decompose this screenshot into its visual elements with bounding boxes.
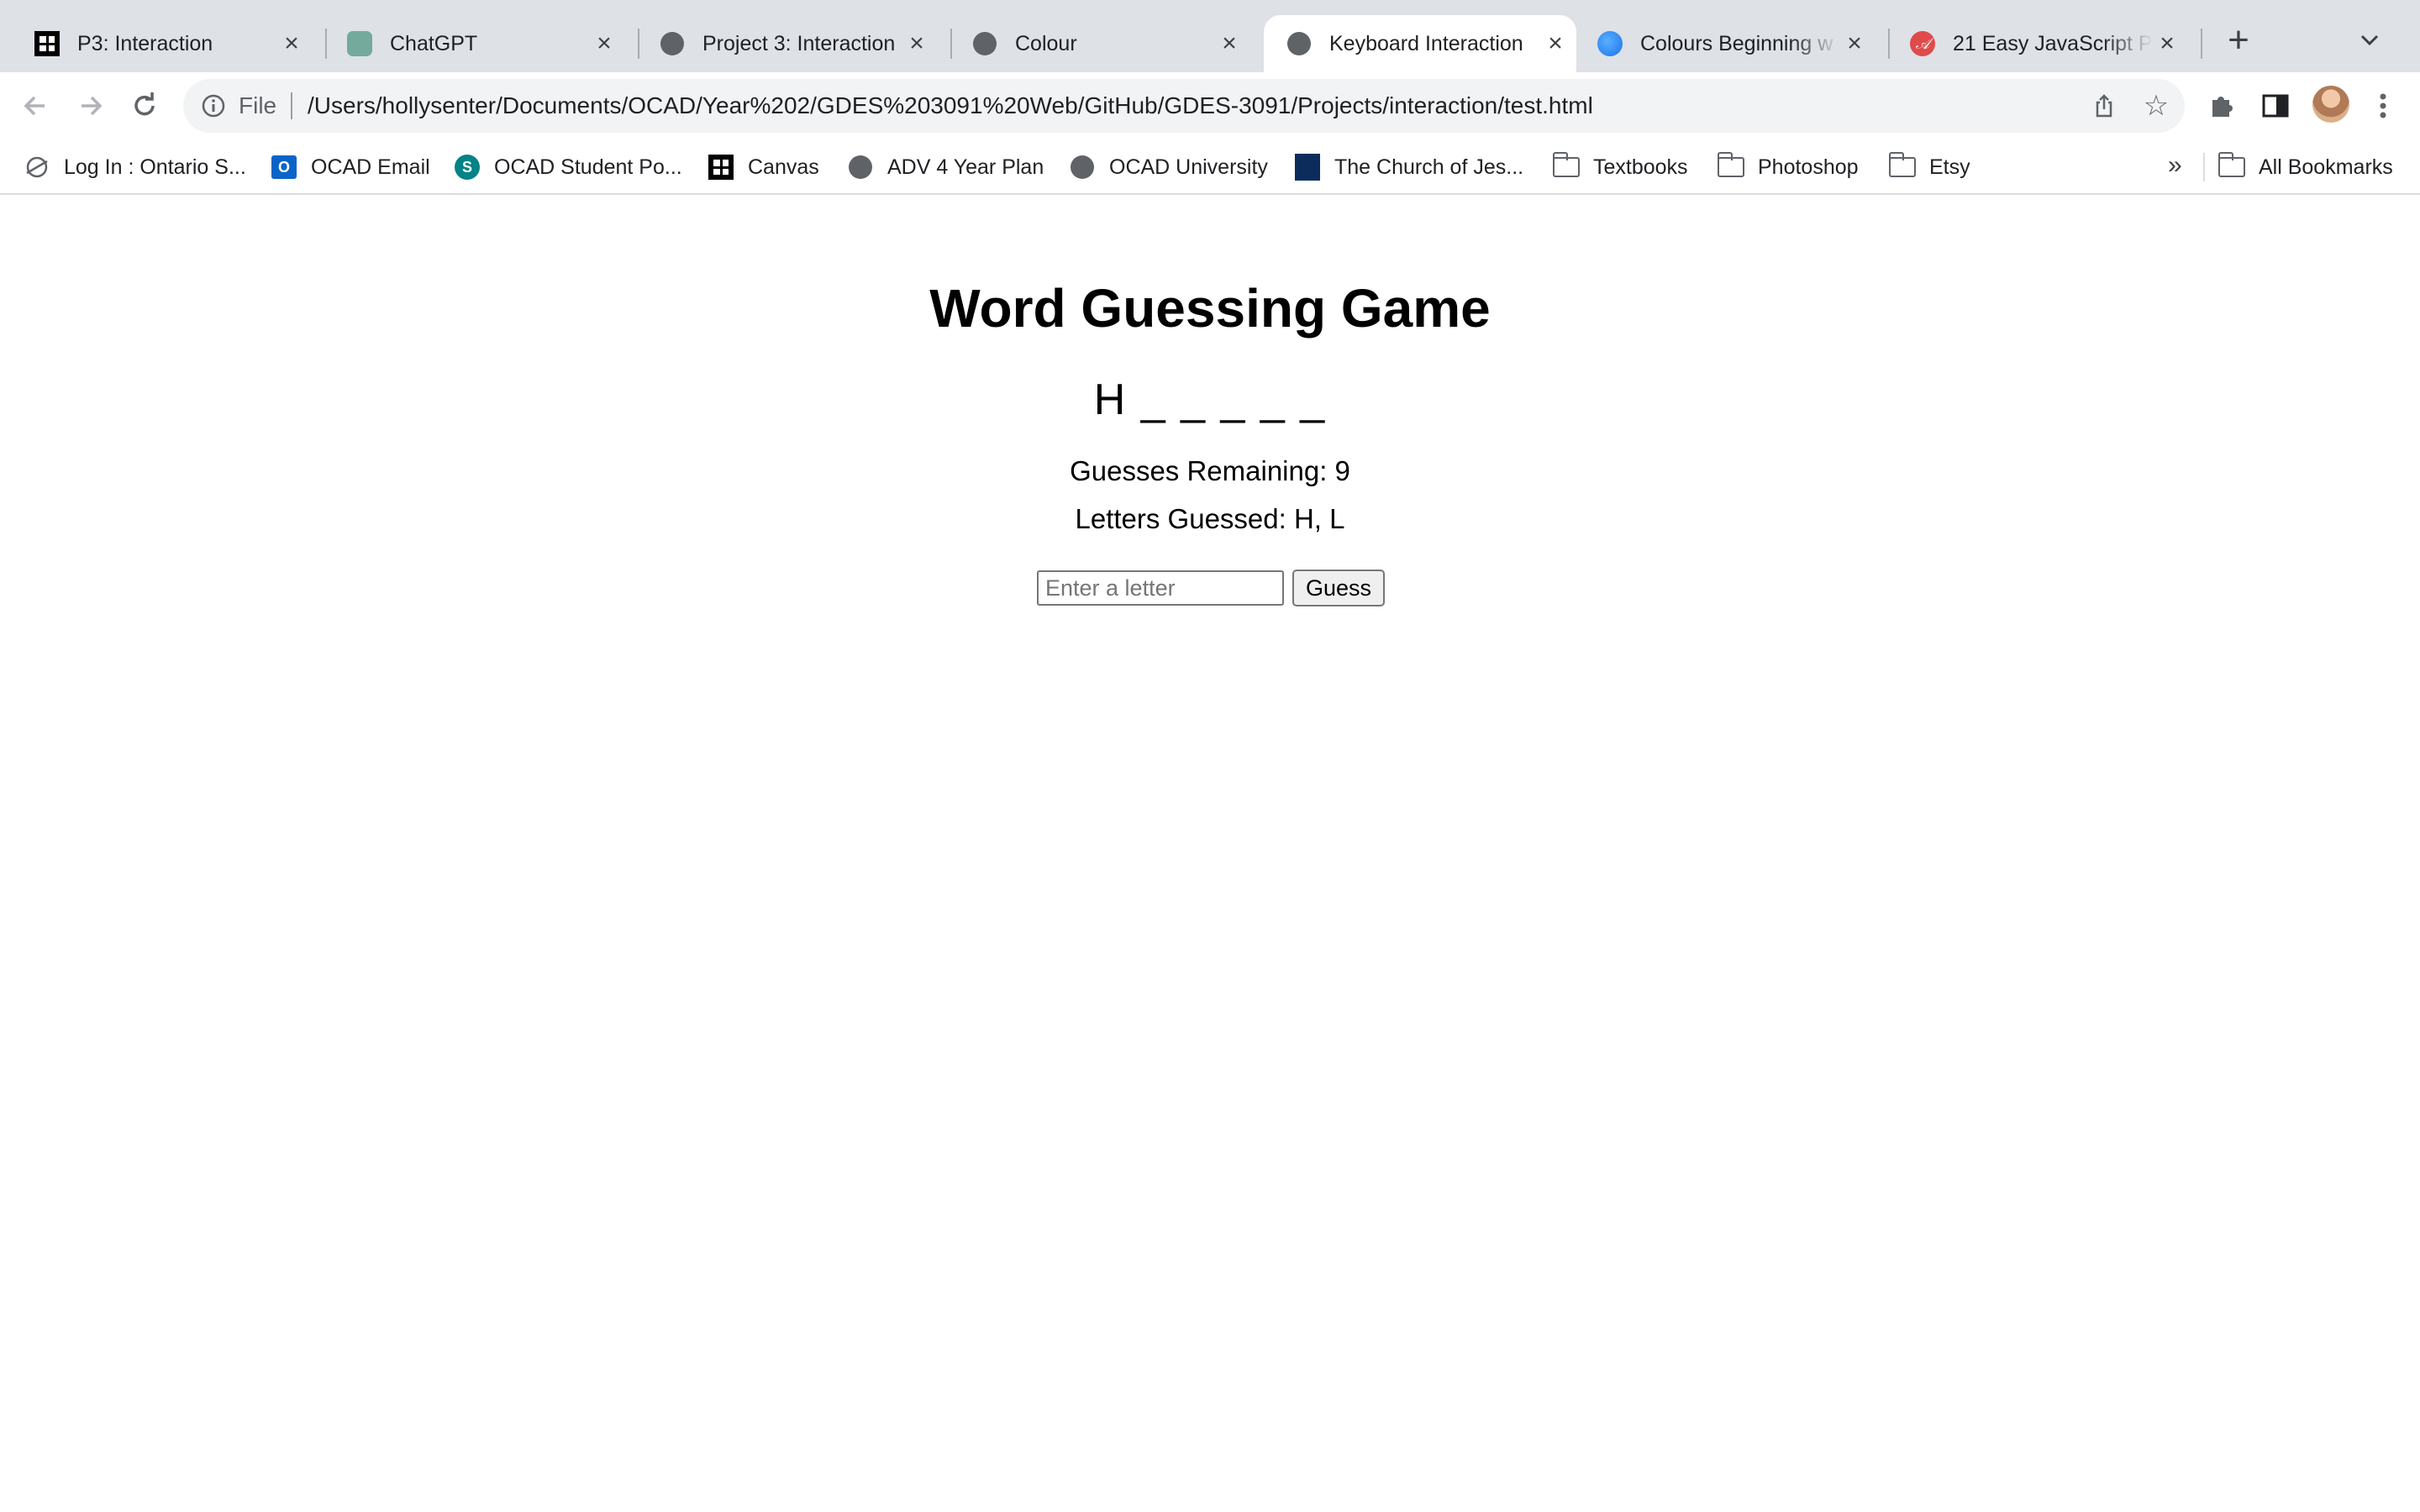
forward-arrow-icon (82, 96, 103, 116)
folder-icon (1552, 152, 1580, 181)
bookmark-folder-photoshop[interactable]: Photoshop (1717, 152, 1859, 181)
menu-button[interactable] (2365, 87, 2402, 124)
bookmark-canvas[interactable]: Canvas (708, 153, 819, 181)
reload-icon (134, 92, 155, 116)
back-button[interactable] (17, 87, 54, 124)
all-bookmarks-button[interactable]: All Bookmarks (2217, 152, 2393, 181)
folder-icon (1888, 152, 1916, 181)
tab-strip: P3: Interaction × ChatGPT × Project 3: I… (0, 0, 2420, 72)
bookmark-label: OCAD Email (311, 155, 430, 179)
bookmark-label: ADV 4 Year Plan (887, 155, 1044, 179)
bookmarks-overflow-button[interactable]: » (2168, 151, 2182, 180)
puzzle-icon (2212, 97, 2233, 117)
tab-title: Colours Beginning w (1640, 31, 1833, 55)
bookmark-ocad-student-portal[interactable]: S OCAD Student Po... (454, 153, 682, 181)
outlook-icon: O (271, 154, 297, 181)
tab-title: P3: Interaction (77, 31, 213, 55)
game-title: Word Guessing Game (929, 278, 1491, 339)
page-content: Word Guessing Game H _ _ _ _ _ Guesses R… (0, 197, 2420, 1512)
address-bar[interactable]: File /Users/hollysenter/Documents/OCAD/Y… (183, 79, 2185, 133)
close-icon[interactable]: × (590, 29, 618, 58)
tab-21-easy-javascript[interactable]: 𝒜 21 Easy JavaScript P × (1876, 15, 2200, 72)
canvas-icon (708, 154, 734, 181)
new-tab-button[interactable]: + (2222, 22, 2255, 59)
bookmark-star-icon[interactable]: ☆ (2141, 91, 2171, 121)
guess-form: Guess (1037, 570, 1386, 606)
forward-button[interactable] (72, 87, 109, 124)
tab-title: Project 3: Interaction (702, 31, 896, 55)
share-icon[interactable] (2089, 91, 2119, 121)
colours-site-icon (1597, 30, 1623, 57)
close-icon[interactable]: × (1215, 29, 1244, 58)
bookmark-church[interactable]: The Church of Jes... (1294, 153, 1523, 181)
tab-separator (2201, 29, 2202, 59)
omnibox-divider (291, 92, 292, 119)
chevron-down-icon (2360, 34, 2379, 46)
js-site-icon: 𝒜 (1909, 30, 1936, 57)
reload-button[interactable] (126, 87, 163, 124)
bookmark-ocad-university[interactable]: OCAD University (1069, 153, 1268, 181)
tab-title: Colour (1015, 31, 1077, 55)
bookmark-label: Canvas (748, 155, 819, 179)
bookmarks-divider (2203, 153, 2205, 181)
tab-project-3-interaction[interactable]: Project 3: Interaction × (625, 15, 950, 72)
sharepoint-icon: S (454, 154, 481, 181)
guess-button[interactable]: Guess (1292, 570, 1386, 606)
profile-avatar[interactable] (2312, 86, 2349, 123)
folder-icon (2217, 152, 2245, 181)
guesses-remaining: Guesses Remaining: 9 (1070, 455, 1350, 486)
all-bookmarks-label: All Bookmarks (2259, 155, 2393, 179)
back-arrow-icon (24, 96, 45, 116)
folder-icon (1717, 152, 1744, 181)
chatgpt-icon (346, 30, 373, 57)
browser-toolbar: File /Users/hollysenter/Documents/OCAD/Y… (0, 72, 2420, 139)
extensions-button[interactable] (2203, 87, 2240, 124)
bookmark-label: Log In : Ontario S... (64, 155, 246, 179)
close-icon[interactable]: × (902, 29, 931, 58)
bookmark-label: Etsy (1929, 155, 1970, 179)
tab-chatgpt[interactable]: ChatGPT × (313, 15, 637, 72)
bookmark-folder-textbooks[interactable]: Textbooks (1552, 152, 1688, 181)
letter-input[interactable] (1037, 570, 1284, 606)
side-panel-icon (2262, 94, 2289, 118)
tab-colour[interactable]: Colour × (938, 15, 1262, 72)
tab-keyboard-interaction[interactable]: Keyboard Interaction × (1264, 15, 1576, 72)
tab-title: ChatGPT (390, 31, 478, 55)
word-display: H _ _ _ _ _ (1093, 375, 1327, 424)
bookmark-label: OCAD University (1109, 155, 1268, 179)
bookmark-label: The Church of Jes... (1334, 155, 1524, 179)
church-icon (1294, 154, 1321, 181)
tab-title: Keyboard Interaction (1329, 31, 1523, 55)
close-icon[interactable]: × (277, 29, 306, 58)
bookmark-folder-etsy[interactable]: Etsy (1888, 152, 1970, 181)
bookmark-label: OCAD Student Po... (494, 155, 682, 179)
globe-icon (659, 30, 686, 57)
globe-icon (847, 154, 874, 181)
url-text[interactable]: /Users/hollysenter/Documents/OCAD/Year%2… (308, 92, 1593, 119)
url-scheme-label: File (239, 92, 277, 118)
close-icon[interactable]: × (2153, 29, 2181, 58)
tab-p3-interaction[interactable]: P3: Interaction × (0, 15, 324, 72)
globe-icon (971, 30, 998, 57)
side-panel-button[interactable] (2257, 87, 2294, 124)
ontario-icon (24, 154, 50, 181)
globe-icon (1069, 154, 1096, 181)
tab-colours-beginning[interactable]: Colours Beginning w × (1563, 15, 1887, 72)
close-icon[interactable]: × (1840, 29, 1869, 58)
bookmarks-bar: Log In : Ontario S... O OCAD Email S OCA… (0, 139, 2420, 195)
bookmark-ocad-email[interactable]: O OCAD Email (271, 153, 430, 181)
bookmark-ontario[interactable]: Log In : Ontario S... (24, 153, 246, 181)
letters-guessed: Letters Guessed: H, L (1075, 503, 1345, 534)
bookmark-adv-4-year-plan[interactable]: ADV 4 Year Plan (847, 153, 1044, 181)
tab-search-button[interactable] (2353, 24, 2386, 57)
canvas-icon (34, 30, 60, 57)
kebab-menu-icon (2380, 93, 2386, 118)
bookmark-label: Textbooks (1593, 155, 1688, 179)
tab-title: 21 Easy JavaScript P (1953, 31, 2153, 55)
globe-icon (1286, 30, 1313, 57)
info-icon[interactable] (198, 91, 229, 121)
bookmark-label: Photoshop (1758, 155, 1859, 179)
